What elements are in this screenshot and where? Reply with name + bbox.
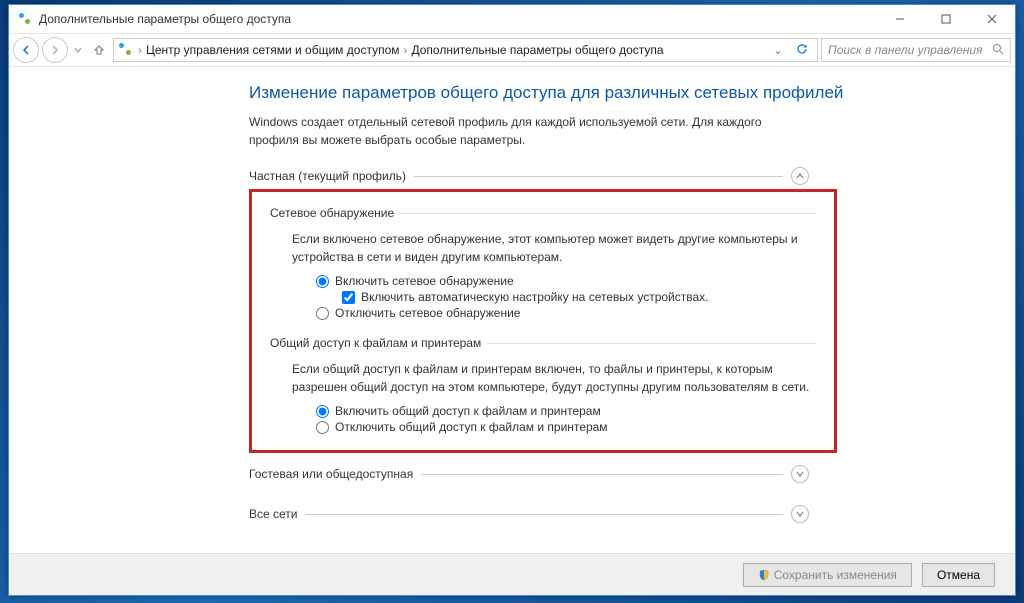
footer: Сохранить изменения Отмена: [9, 553, 1015, 595]
checkbox-auto-setup[interactable]: Включить автоматическую настройку на сет…: [270, 290, 816, 304]
network-sharing-icon: [17, 11, 33, 27]
maximize-button[interactable]: [923, 5, 969, 33]
back-button[interactable]: [13, 37, 39, 63]
group-label: Общий доступ к файлам и принтерам: [270, 336, 481, 350]
checkbox-input[interactable]: [342, 291, 355, 304]
cancel-button[interactable]: Отмена: [922, 563, 995, 587]
breadcrumb-item[interactable]: Центр управления сетями и общим доступом: [146, 43, 400, 57]
window: Дополнительные параметры общего доступа …: [8, 4, 1016, 596]
button-label: Сохранить изменения: [774, 568, 897, 582]
divider: [421, 474, 783, 475]
radio-input[interactable]: [316, 307, 329, 320]
shield-icon: [758, 569, 770, 581]
expand-icon[interactable]: [791, 465, 809, 483]
up-button[interactable]: [88, 37, 110, 63]
page-title: Изменение параметров общего доступа для …: [249, 83, 995, 103]
radio-label: Отключить общий доступ к файлам и принте…: [335, 420, 608, 434]
section-label: Гостевая или общедоступная: [249, 467, 413, 481]
section-label: Частная (текущий профиль): [249, 169, 406, 183]
section-all-networks[interactable]: Все сети: [249, 505, 809, 523]
group-description: Если включено сетевое обнаружение, этот …: [270, 230, 816, 266]
breadcrumb-dropdown[interactable]: ⌄: [769, 43, 787, 57]
search-placeholder: Поиск в панели управления: [828, 43, 992, 57]
group-file-sharing: Общий доступ к файлам и принтерам: [270, 336, 816, 350]
radio-input[interactable]: [316, 275, 329, 288]
forward-button[interactable]: [42, 37, 68, 63]
history-dropdown[interactable]: [71, 37, 85, 63]
titlebar: Дополнительные параметры общего доступа: [9, 5, 1015, 33]
radio-label: Включить сетевое обнаружение: [335, 274, 514, 288]
radio-fileshare-on[interactable]: Включить общий доступ к файлам и принтер…: [270, 404, 816, 418]
refresh-icon[interactable]: [791, 42, 813, 59]
group-description: Если общий доступ к файлам и принтерам в…: [270, 360, 816, 396]
section-label: Все сети: [249, 507, 298, 521]
divider: [414, 176, 783, 177]
highlighted-settings: Сетевое обнаружение Если включено сетево…: [249, 189, 837, 453]
breadcrumb-item[interactable]: Дополнительные параметры общего доступа: [412, 43, 664, 57]
checkbox-label: Включить автоматическую настройку на сет…: [361, 290, 709, 304]
breadcrumb[interactable]: › Центр управления сетями и общим доступ…: [113, 38, 818, 62]
search-icon: [992, 43, 1004, 58]
page-description: Windows создает отдельный сетевой профил…: [249, 113, 809, 149]
save-button[interactable]: Сохранить изменения: [743, 563, 912, 587]
divider: [400, 213, 816, 214]
group-network-discovery: Сетевое обнаружение: [270, 206, 816, 220]
radio-discovery-off[interactable]: Отключить сетевое обнаружение: [270, 306, 816, 320]
section-guest[interactable]: Гостевая или общедоступная: [249, 465, 809, 483]
group-label: Сетевое обнаружение: [270, 206, 394, 220]
navbar: › Центр управления сетями и общим доступ…: [9, 33, 1015, 67]
radio-discovery-on[interactable]: Включить сетевое обнаружение: [270, 274, 816, 288]
radio-fileshare-off[interactable]: Отключить общий доступ к файлам и принте…: [270, 420, 816, 434]
chevron-right-icon: ›: [404, 43, 408, 57]
content-area: Изменение параметров общего доступа для …: [9, 67, 1015, 553]
divider: [487, 343, 816, 344]
close-button[interactable]: [969, 5, 1015, 33]
section-private[interactable]: Частная (текущий профиль): [249, 167, 809, 185]
radio-label: Включить общий доступ к файлам и принтер…: [335, 404, 601, 418]
divider: [306, 514, 784, 515]
window-title: Дополнительные параметры общего доступа: [39, 12, 877, 26]
expand-icon[interactable]: [791, 505, 809, 523]
radio-input[interactable]: [316, 405, 329, 418]
network-sharing-icon: [118, 42, 134, 58]
minimize-button[interactable]: [877, 5, 923, 33]
collapse-icon[interactable]: [791, 167, 809, 185]
chevron-right-icon: ›: [138, 43, 142, 57]
search-input[interactable]: Поиск в панели управления: [821, 38, 1011, 62]
button-label: Отмена: [937, 568, 980, 582]
radio-label: Отключить сетевое обнаружение: [335, 306, 520, 320]
radio-input[interactable]: [316, 421, 329, 434]
